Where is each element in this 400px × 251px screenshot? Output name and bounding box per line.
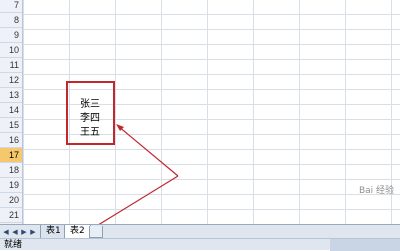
status-bar: 就绪 <box>0 238 400 251</box>
status-bar-end <box>330 239 400 251</box>
spreadsheet-grid: 7 8 9 10 11 12 13 14 15 16 17 18 19 20 2… <box>0 0 400 224</box>
status-text: 就绪 <box>4 240 23 250</box>
last-sheet-icon[interactable]: ▶ <box>29 227 37 237</box>
sheet-tab-bar: ◀ ◀ ▶ ▶ 表1 表2 <box>0 224 400 239</box>
next-sheet-icon[interactable]: ▶ <box>20 227 28 237</box>
watermark: Bai 经验 <box>358 186 394 196</box>
arrow-to-cells <box>117 125 179 177</box>
sheet-tab-1[interactable]: 表1 <box>40 225 67 239</box>
first-sheet-icon[interactable]: ◀ <box>2 227 10 237</box>
insert-sheet-icon[interactable] <box>89 226 103 238</box>
prev-sheet-icon[interactable]: ◀ <box>11 227 19 237</box>
arrow-to-tab <box>98 175 179 224</box>
sheet-tab-2[interactable]: 表2 <box>64 225 91 239</box>
annotation-arrows <box>98 124 179 224</box>
